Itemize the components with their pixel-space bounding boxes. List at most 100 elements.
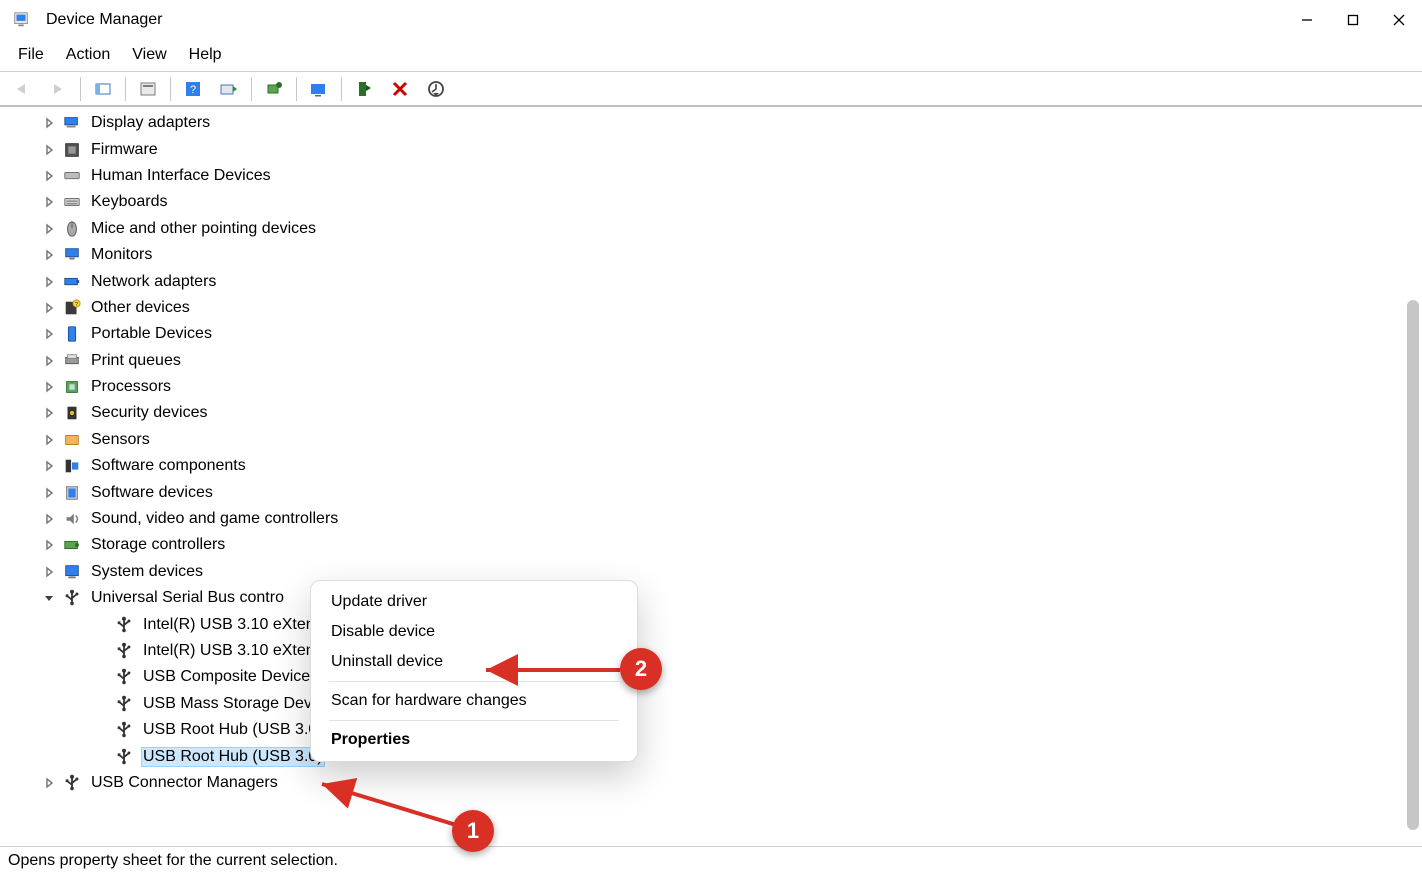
tree-item[interactable]: USB Root Hub (USB 3.0) <box>5 743 1401 769</box>
usb-icon <box>113 666 135 688</box>
tree-category[interactable]: Sensors <box>5 427 1401 453</box>
storage-controller-icon <box>61 534 83 556</box>
context-menu[interactable]: Update driverDisable deviceUninstall dev… <box>310 580 638 762</box>
tree-category-label: Software components <box>89 457 248 475</box>
chevron-right-icon[interactable] <box>39 403 59 423</box>
disable-device-button[interactable] <box>348 75 380 103</box>
chevron-right-icon[interactable] <box>39 562 59 582</box>
tree-category-label: Monitors <box>89 246 154 264</box>
chevron-down-icon[interactable] <box>39 588 59 608</box>
tree-category[interactable]: Human Interface Devices <box>5 163 1401 189</box>
context-menu-item[interactable]: Disable device <box>311 617 637 647</box>
usb-icon <box>113 746 135 768</box>
maximize-button[interactable] <box>1330 0 1376 40</box>
toolbar-separator <box>125 77 126 101</box>
chevron-right-icon[interactable] <box>39 272 59 292</box>
tree-category[interactable]: Print queues <box>5 348 1401 374</box>
chevron-right-icon[interactable] <box>39 140 59 160</box>
close-button[interactable] <box>1376 0 1422 40</box>
tree-category[interactable]: ? Other devices <box>5 295 1401 321</box>
chevron-right-icon[interactable] <box>39 219 59 239</box>
scrollbar-thumb[interactable] <box>1407 300 1419 830</box>
menu-view[interactable]: View <box>122 42 176 68</box>
properties-button[interactable] <box>132 75 164 103</box>
tree-category[interactable]: Security devices <box>5 400 1401 426</box>
help-button[interactable]: ? <box>177 75 209 103</box>
chevron-right-icon[interactable] <box>39 113 59 133</box>
usb-icon <box>113 640 135 662</box>
tree-category[interactable]: Mice and other pointing devices <box>5 216 1401 242</box>
usb-icon <box>113 693 135 715</box>
statusbar-text: Opens property sheet for the current sel… <box>8 852 338 870</box>
chevron-right-icon[interactable] <box>39 166 59 186</box>
chevron-right-icon[interactable] <box>39 377 59 397</box>
tree-category[interactable]: Storage controllers <box>5 532 1401 558</box>
tree-item[interactable]: Intel(R) USB 3.10 eXten <box>5 638 1401 664</box>
tree-item-label: USB Root Hub (USB 3.0 <box>141 721 319 739</box>
chevron-right-icon[interactable] <box>39 535 59 555</box>
tree-category[interactable]: Network adapters <box>5 268 1401 294</box>
scan-for-hardware-changes-button[interactable] <box>420 75 452 103</box>
tree-category[interactable]: Monitors <box>5 242 1401 268</box>
tree-category-label: Sound, video and game controllers <box>89 510 340 528</box>
tree-category[interactable]: System devices <box>5 559 1401 585</box>
chevron-right-icon[interactable] <box>39 192 59 212</box>
toolbar-separator <box>296 77 297 101</box>
usb-icon <box>61 587 83 609</box>
tree-category-label: Security devices <box>89 404 210 422</box>
software-component-icon <box>61 455 83 477</box>
chevron-right-icon[interactable] <box>39 298 59 318</box>
uninstall-device-button[interactable] <box>384 75 416 103</box>
tree-category[interactable]: Portable Devices <box>5 321 1401 347</box>
annotation-badge-2: 2 <box>620 648 662 690</box>
chevron-right-icon[interactable] <box>39 456 59 476</box>
chevron-right-icon[interactable] <box>39 773 59 793</box>
enable-device-button[interactable] <box>303 75 335 103</box>
chevron-right-icon[interactable] <box>39 483 59 503</box>
annotation-badge-1: 1 <box>452 810 494 852</box>
update-driver-button[interactable] <box>258 75 290 103</box>
keyboard-icon <box>61 191 83 213</box>
tree-category-label: Sensors <box>89 431 152 449</box>
back-button[interactable] <box>6 75 38 103</box>
toolbar: ? <box>0 71 1422 107</box>
context-menu-item[interactable]: Uninstall device <box>311 647 637 677</box>
chevron-right-icon[interactable] <box>39 430 59 450</box>
display-adapter-icon <box>61 112 83 134</box>
tree-category[interactable]: Universal Serial Bus contro <box>5 585 1401 611</box>
context-menu-item[interactable]: Properties <box>311 725 637 755</box>
device-tree[interactable]: Display adapters FirmwareHuman Interface … <box>5 110 1401 845</box>
tree-category-label: Keyboards <box>89 193 170 211</box>
menu-help[interactable]: Help <box>179 42 232 68</box>
context-menu-item[interactable]: Update driver <box>311 587 637 617</box>
tree-item[interactable]: Intel(R) USB 3.10 eXten <box>5 611 1401 637</box>
tree-category[interactable]: Software components <box>5 453 1401 479</box>
tree-category[interactable]: Software devices <box>5 479 1401 505</box>
tree-category[interactable]: Processors <box>5 374 1401 400</box>
tree-category[interactable]: Display adapters <box>5 110 1401 136</box>
tree-category-label: Other devices <box>89 299 192 317</box>
chevron-right-icon[interactable] <box>39 324 59 344</box>
tree-item[interactable]: USB Composite Device <box>5 664 1401 690</box>
other-devices-icon: ? <box>61 297 83 319</box>
tree-category-label: Display adapters <box>89 114 212 132</box>
forward-button[interactable] <box>42 75 74 103</box>
menu-file[interactable]: File <box>8 42 54 68</box>
tree-category[interactable]: Sound, video and game controllers <box>5 506 1401 532</box>
tree-category[interactable]: Firmware <box>5 136 1401 162</box>
minimize-button[interactable] <box>1284 0 1330 40</box>
scrollbar-vertical[interactable] <box>1403 110 1421 845</box>
toolbar-separator <box>170 77 171 101</box>
show-hide-console-tree-button[interactable] <box>87 75 119 103</box>
scan-hardware-button[interactable] <box>213 75 245 103</box>
chevron-right-icon[interactable] <box>39 509 59 529</box>
tree-category[interactable]: Keyboards <box>5 189 1401 215</box>
tree-item[interactable]: USB Mass Storage Dev <box>5 691 1401 717</box>
menu-action[interactable]: Action <box>56 42 120 68</box>
svg-text:?: ? <box>190 84 196 96</box>
tree-item[interactable]: USB Root Hub (USB 3.0 <box>5 717 1401 743</box>
chevron-right-icon[interactable] <box>39 245 59 265</box>
context-menu-item[interactable]: Scan for hardware changes <box>311 686 637 716</box>
tree-category[interactable]: USB Connector Managers <box>5 770 1401 796</box>
chevron-right-icon[interactable] <box>39 351 59 371</box>
